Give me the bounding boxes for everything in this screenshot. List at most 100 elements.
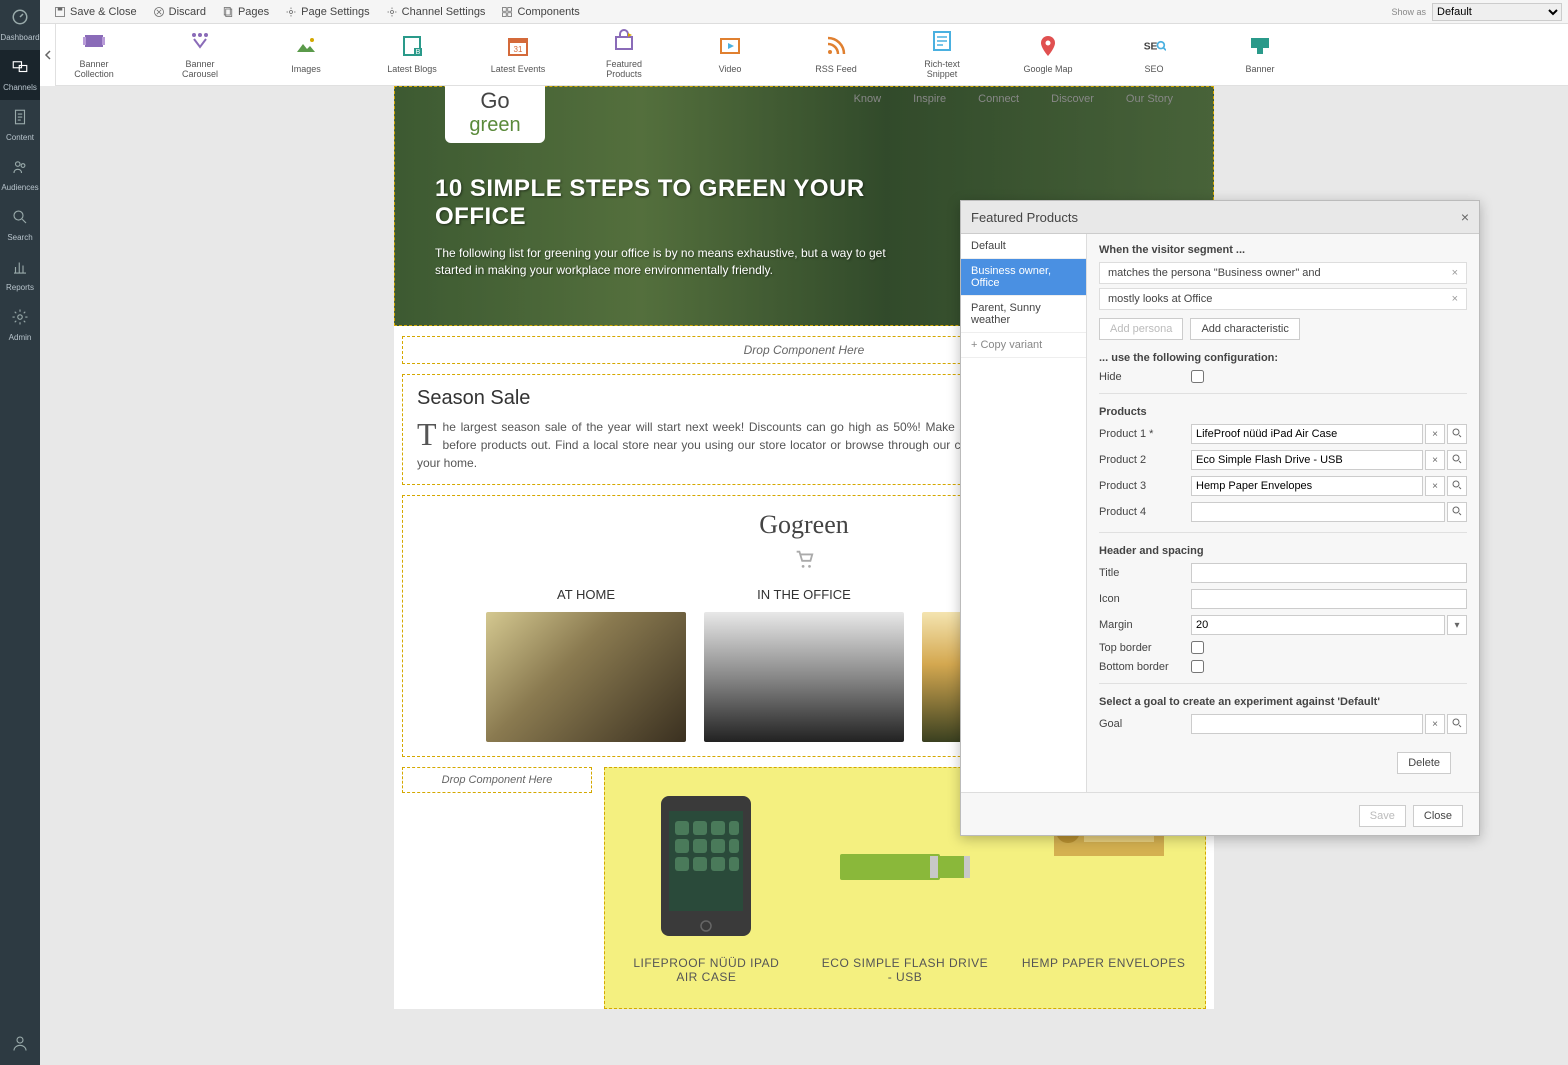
rail-search[interactable]: Search [0,200,40,250]
delete-button[interactable]: Delete [1397,752,1451,774]
logo-line-2: green [469,114,520,137]
triple-col-office[interactable]: IN THE OFFICE [704,587,904,742]
ribbon-latest-blogs[interactable]: B Latest Blogs [384,34,440,75]
remove-segment-button[interactable]: × [1452,267,1458,279]
ribbon-label: Rich-text Snippet [914,60,970,80]
clear-button[interactable]: × [1425,424,1445,444]
grid-icon [501,6,513,18]
copy-variant-button[interactable]: + Copy variant [961,333,1086,358]
lookup-button[interactable] [1447,714,1467,734]
search-icon [1452,480,1462,490]
ribbon-label: Banner Collection [66,60,122,80]
product-3-input[interactable] [1191,476,1423,496]
lookup-button[interactable] [1447,502,1467,522]
modal-title: Featured Products [971,210,1078,225]
clear-button[interactable]: × [1425,476,1445,496]
hero-body: The following list for greening your off… [435,245,893,279]
dropdown-button[interactable]: ▾ [1447,615,1467,635]
ribbon-banner-collection[interactable]: Banner Collection [66,29,122,80]
product-1-input[interactable] [1191,424,1423,444]
page-settings-button[interactable]: Page Settings [277,6,378,18]
save-button[interactable]: Save [1359,805,1406,827]
page-settings-label: Page Settings [301,6,370,18]
site-logo: Go green [445,86,545,143]
modal-close-button[interactable]: × [1461,209,1469,225]
ribbon-banner[interactable]: Banner [1232,34,1288,75]
variant-item-default[interactable]: Default [961,234,1086,259]
ribbon-latest-events[interactable]: 31 Latest Events [490,34,546,75]
add-characteristic-button[interactable]: Add characteristic [1190,318,1299,340]
rail-user[interactable] [0,1026,40,1065]
rail-dashboard[interactable]: Dashboard [0,0,40,50]
products-heading: Products [1099,406,1467,418]
featured-product: LIFEPROOF NÜÜD IPAD AIR CASE [621,786,791,984]
margin-input[interactable] [1191,615,1445,635]
discard-button[interactable]: Discard [145,6,214,18]
show-as-select[interactable]: Default [1432,3,1562,21]
hide-checkbox[interactable] [1191,370,1204,383]
rss-icon [824,34,848,58]
goal-input[interactable] [1191,714,1423,734]
nav-item[interactable]: Our Story [1126,93,1173,105]
variant-item-parent[interactable]: Parent, Sunny weather [961,296,1086,333]
lookup-button[interactable] [1447,450,1467,470]
rail-admin[interactable]: Admin [0,300,40,350]
ribbon-banner-carousel[interactable]: Banner Carousel [172,29,228,80]
product-4-input[interactable] [1191,502,1445,522]
product-name: LIFEPROOF NÜÜD IPAD AIR CASE [621,956,791,984]
ribbon-richtext-snippet[interactable]: Rich-text Snippet [914,29,970,80]
ribbon-video[interactable]: Video [702,34,758,75]
nav-item[interactable]: Connect [978,93,1019,105]
rail-channels[interactable]: Channels [0,50,40,100]
hero-title: 10 SIMPLE STEPS TO GREEN YOUR OFFICE [435,175,893,231]
add-persona-button[interactable]: Add persona [1099,318,1183,340]
ribbon-label: Latest Blogs [384,65,440,75]
ribbon-seo[interactable]: SE SEO [1126,34,1182,75]
top-border-checkbox[interactable] [1191,641,1204,654]
gear-icon [11,308,29,326]
collapse-ribbon-button[interactable] [40,24,56,86]
product-name: HEMP PAPER ENVELOPES [1019,956,1189,970]
triple-col-home[interactable]: AT HOME [486,587,686,742]
product-name: ECO SIMPLE FLASH DRIVE - USB [820,956,990,984]
rail-label: Admin [0,333,40,342]
site-nav: Know Inspire Connect Discover Our Story [854,93,1173,105]
goal-label: Goal [1099,718,1191,730]
lookup-button[interactable] [1447,476,1467,496]
save-close-button[interactable]: Save & Close [46,6,145,18]
clear-button[interactable]: × [1425,450,1445,470]
nav-item[interactable]: Discover [1051,93,1094,105]
ribbon-featured-products[interactable]: Featured Products [596,29,652,80]
icon-input[interactable] [1191,589,1467,609]
ribbon-rss-feed[interactable]: RSS Feed [808,34,864,75]
pages-button[interactable]: Pages [214,6,277,18]
components-button[interactable]: Components [493,6,587,18]
nav-item[interactable]: Know [854,93,882,105]
calendar-icon: 31 [506,34,530,58]
lookup-button[interactable] [1447,424,1467,444]
rail-label: Dashboard [0,33,40,42]
nav-item[interactable]: Inspire [913,93,946,105]
segment-chip: mostly looks at Office × [1099,288,1467,310]
ribbon-images[interactable]: Images [278,34,334,75]
drop-zone[interactable]: Drop Component Here [402,767,592,793]
product-4-label: Product 4 [1099,506,1191,518]
segment-chip: matches the persona "Business owner" and… [1099,262,1467,284]
rail-content[interactable]: Content [0,100,40,150]
bottom-border-checkbox[interactable] [1191,660,1204,673]
margin-label: Margin [1099,619,1191,631]
close-button[interactable]: Close [1413,805,1463,827]
variant-item-business-owner[interactable]: Business owner, Office [961,259,1086,296]
config-pane: When the visitor segment ... matches the… [1087,234,1479,792]
clear-button[interactable]: × [1425,714,1445,734]
rail-reports[interactable]: Reports [0,250,40,300]
ribbon-google-map[interactable]: Google Map [1020,34,1076,75]
title-input[interactable] [1191,563,1467,583]
product-2-input[interactable] [1191,450,1423,470]
user-icon [11,1034,29,1052]
save-close-label: Save & Close [70,6,137,18]
remove-segment-button[interactable]: × [1452,293,1458,305]
rail-audiences[interactable]: Audiences [0,150,40,200]
modal-footer: Save Close [961,792,1479,835]
channel-settings-button[interactable]: Channel Settings [378,6,494,18]
